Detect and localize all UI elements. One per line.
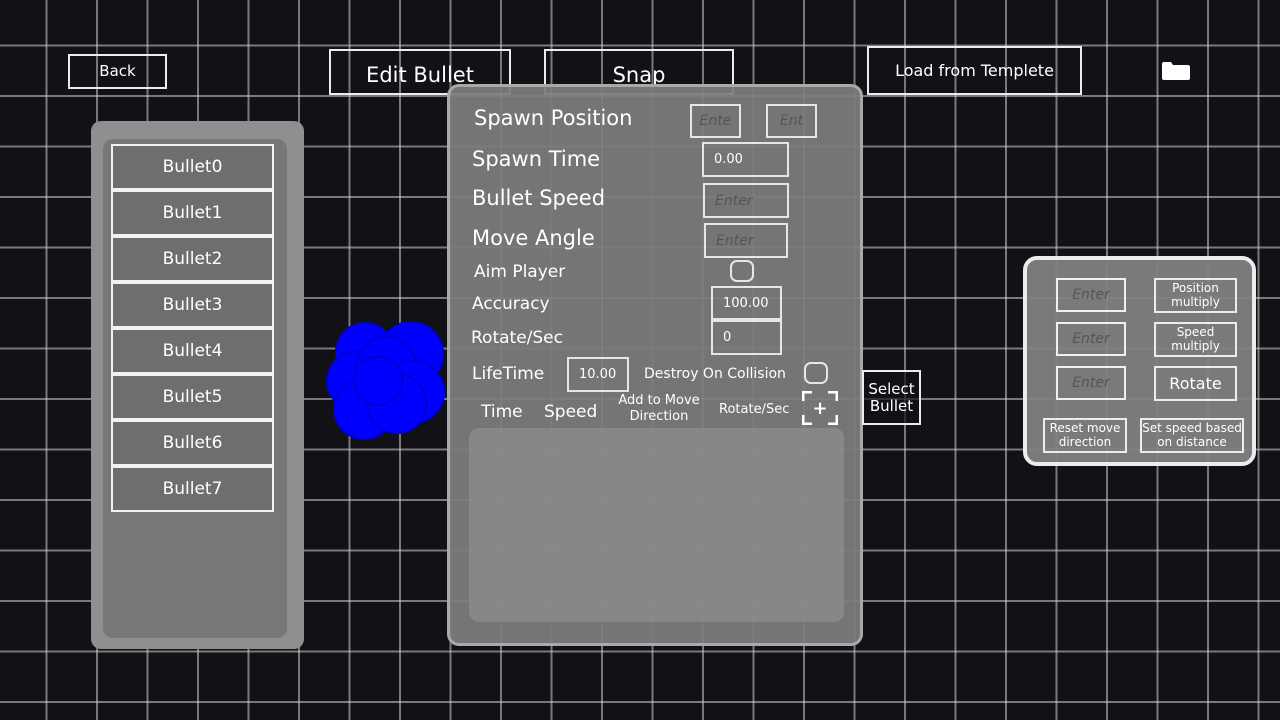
spawn-position-label: Spawn Position: [474, 106, 633, 130]
spawn-time-input[interactable]: 0.00: [702, 142, 789, 177]
rotate-input[interactable]: Enter: [1056, 366, 1126, 400]
bullet-list-item-1[interactable]: Bullet1: [111, 190, 274, 236]
bullet-list-item-label: Bullet3: [162, 295, 223, 315]
bullet-list-item-2[interactable]: Bullet2: [111, 236, 274, 282]
back-button[interactable]: Back: [68, 54, 167, 89]
accuracy-label: Accuracy: [472, 294, 550, 314]
spawn-position-y-input[interactable]: Ent: [766, 104, 817, 138]
bullet-list-item-3[interactable]: Bullet3: [111, 282, 274, 328]
bullet-list-item-label: Bullet2: [162, 249, 223, 269]
position-multiply-label: Position multiply: [1171, 281, 1220, 309]
keyframe-speed-header: Speed: [544, 402, 598, 422]
bullet-list-item-label: Bullet1: [162, 203, 223, 223]
destroy-on-collision-label: Destroy On Collision: [644, 366, 786, 382]
set-speed-distance-label: Set speed based on distance: [1142, 421, 1242, 449]
bullet-speed-label: Bullet Speed: [472, 186, 606, 210]
spawn-time-label: Spawn Time: [472, 147, 601, 171]
bullet-list-item-label: Bullet0: [162, 157, 223, 177]
keyframe-add-move-direction-header: Add to Move Direction: [618, 393, 700, 425]
bullet-list-item-label: Bullet6: [162, 433, 223, 453]
bullet-list-item-5[interactable]: Bullet5: [111, 374, 274, 420]
keyframe-time-header: Time: [481, 402, 523, 422]
bullet-speed-input[interactable]: Enter: [703, 183, 789, 218]
aim-player-toggle[interactable]: [730, 260, 754, 282]
destroy-on-collision-toggle[interactable]: [804, 362, 828, 384]
speed-multiply-button[interactable]: Speed multiply: [1154, 322, 1237, 357]
rotate-button[interactable]: Rotate: [1154, 366, 1237, 401]
select-bullet-label: Select Bullet: [868, 380, 915, 415]
reset-move-direction-label: Reset move direction: [1049, 421, 1121, 449]
bullet-list-item-4[interactable]: Bullet4: [111, 328, 274, 374]
bullet-list-item-7[interactable]: Bullet7: [111, 466, 274, 512]
rotate-sec-label: Rotate/Sec: [471, 328, 563, 348]
lifetime-label: LifeTime: [472, 364, 545, 384]
add-keyframe-button[interactable]: +: [801, 390, 839, 426]
lifetime-input[interactable]: 10.00: [567, 357, 629, 392]
select-bullet-button[interactable]: Select Bullet: [862, 370, 921, 425]
bullet-sprite-cluster[interactable]: [323, 318, 449, 444]
bullet-sprite: [353, 356, 403, 406]
spawn-position-x-input[interactable]: Ente: [690, 104, 741, 138]
aim-player-label: Aim Player: [474, 262, 566, 282]
add-keyframe-label: +: [812, 397, 828, 419]
load-from-template-button[interactable]: Load from Templete: [867, 46, 1082, 95]
bullet-list-item-6[interactable]: Bullet6: [111, 420, 274, 466]
speed-multiply-input[interactable]: Enter: [1056, 322, 1126, 356]
rotate-label: Rotate: [1169, 373, 1222, 393]
bullet-list-item-0[interactable]: Bullet0: [111, 144, 274, 190]
back-button-label: Back: [99, 62, 136, 81]
accuracy-input[interactable]: 100.00: [711, 286, 782, 320]
move-angle-label: Move Angle: [472, 226, 595, 250]
speed-multiply-label: Speed multiply: [1171, 325, 1220, 353]
set-speed-based-on-distance-button[interactable]: Set speed based on distance: [1140, 418, 1244, 453]
position-multiply-input[interactable]: Enter: [1056, 278, 1126, 312]
position-multiply-button[interactable]: Position multiply: [1154, 278, 1237, 313]
bullet-list-item-label: Bullet5: [162, 387, 223, 407]
keyframe-rotate-sec-header: Rotate/Sec: [719, 402, 790, 417]
bullet-list-item-label: Bullet4: [162, 341, 223, 361]
bullet-list-item-label: Bullet7: [162, 479, 223, 499]
reset-move-direction-button[interactable]: Reset move direction: [1043, 418, 1127, 453]
rotate-sec-input[interactable]: 0: [711, 320, 782, 355]
keyframe-list-area[interactable]: [469, 428, 844, 622]
load-from-template-label: Load from Templete: [895, 60, 1054, 80]
folder-icon[interactable]: [1160, 60, 1191, 81]
move-angle-input[interactable]: Enter: [704, 223, 788, 258]
